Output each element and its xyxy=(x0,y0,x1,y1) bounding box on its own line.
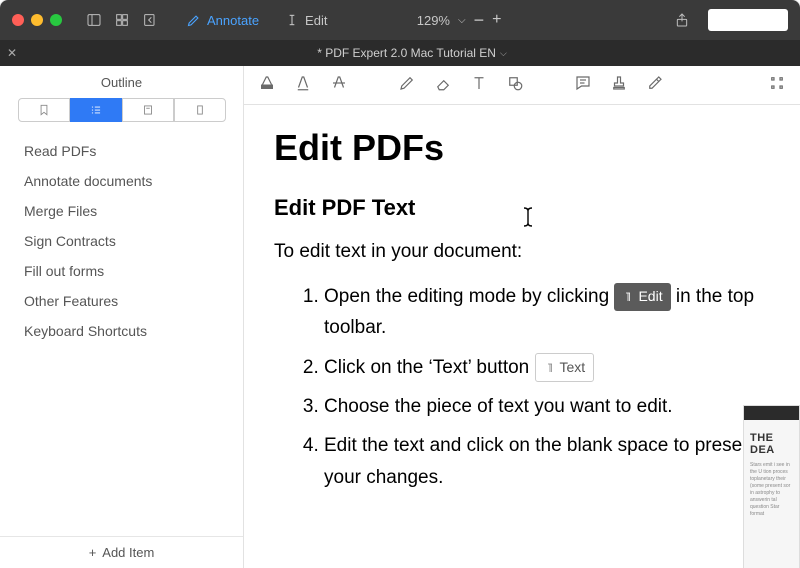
document-area: Edit PDFs Edit PDF Text To edit text in … xyxy=(244,66,800,568)
annotate-label: Annotate xyxy=(207,13,259,28)
doc-steps: Open the editing mode by clicking Edit i… xyxy=(274,281,770,493)
doc-step: Choose the piece of text you want to edi… xyxy=(324,391,770,422)
share-icon[interactable] xyxy=(672,10,692,30)
zoom-controls: 129% ⌵ − + xyxy=(417,10,502,31)
outline-item[interactable]: Fill out forms xyxy=(0,256,243,286)
note-icon[interactable] xyxy=(574,74,592,97)
text-badge: Text xyxy=(535,353,595,382)
outline-item[interactable]: Annotate documents xyxy=(0,166,243,196)
shape-icon[interactable] xyxy=(506,74,524,97)
pen-icon[interactable] xyxy=(398,74,416,97)
doc-step: Edit the text and click on the blank spa… xyxy=(324,430,770,493)
outline-item[interactable]: Other Features xyxy=(0,286,243,316)
sidebar-title: Outline xyxy=(0,66,243,98)
outline-sidebar: Outline Read PDFs Annotate documents Mer… xyxy=(0,66,244,568)
zoom-out-button[interactable]: − xyxy=(474,10,485,31)
tab-title[interactable]: * PDF Expert 2.0 Mac Tutorial EN ⌵ xyxy=(24,46,800,60)
tab-close-button[interactable]: ✕ xyxy=(0,46,24,60)
add-item-button[interactable]: + Add Item xyxy=(0,536,243,568)
outline-item[interactable]: Merge Files xyxy=(0,196,243,226)
doc-step: Click on the ‘Text’ button Text xyxy=(324,352,770,383)
page-thumbnail[interactable]: THE DEA Stars emit i see in the U tion p… xyxy=(743,405,800,568)
sidebar-view-segmented xyxy=(0,98,243,132)
document-page[interactable]: Edit PDFs Edit PDF Text To edit text in … xyxy=(244,105,800,568)
outline-item[interactable]: Sign Contracts xyxy=(0,226,243,256)
annotate-toolbar xyxy=(244,66,800,105)
outline-item[interactable]: Keyboard Shortcuts xyxy=(0,316,243,346)
sidebar-toggle-icon[interactable] xyxy=(84,10,104,30)
eyedropper-icon[interactable] xyxy=(646,74,664,97)
fullscreen-window-icon[interactable] xyxy=(50,14,62,26)
seg-thumbnails[interactable] xyxy=(174,98,226,122)
edit-mode-button[interactable]: Edit xyxy=(285,13,327,28)
select-icon[interactable] xyxy=(768,74,786,97)
doc-intro: To edit text in your document: xyxy=(274,241,770,263)
back-icon[interactable] xyxy=(140,10,160,30)
stamp-icon[interactable] xyxy=(610,74,628,97)
eraser-icon[interactable] xyxy=(434,74,452,97)
edit-badge: Edit xyxy=(614,283,670,310)
outline-item[interactable]: Read PDFs xyxy=(0,136,243,166)
edit-label: Edit xyxy=(305,13,327,28)
tab-bar: ✕ * PDF Expert 2.0 Mac Tutorial EN ⌵ xyxy=(0,40,800,66)
seg-bookmarks[interactable] xyxy=(18,98,70,122)
chevron-down-icon: ⌵ xyxy=(500,48,507,59)
close-window-icon[interactable] xyxy=(12,14,24,26)
plus-icon: + xyxy=(89,545,97,560)
search-input[interactable] xyxy=(708,9,788,31)
doc-step: Open the editing mode by clicking Edit i… xyxy=(324,281,770,344)
outline-list: Read PDFs Annotate documents Merge Files… xyxy=(0,132,243,536)
grid-view-icon[interactable] xyxy=(112,10,132,30)
zoom-value[interactable]: 129% xyxy=(417,13,450,28)
text-icon[interactable] xyxy=(470,74,488,97)
annotate-mode-button[interactable]: Annotate xyxy=(186,13,259,28)
underline-icon[interactable] xyxy=(294,74,312,97)
zoom-dropdown-icon[interactable]: ⌵ xyxy=(458,15,466,26)
titlebar: Annotate Edit 129% ⌵ − + xyxy=(0,0,800,40)
strikethrough-icon[interactable] xyxy=(330,74,348,97)
text-cursor-icon xyxy=(521,206,535,228)
seg-annotations[interactable] xyxy=(122,98,174,122)
highlight-icon[interactable] xyxy=(258,74,276,97)
doc-h1: Edit PDFs xyxy=(274,127,770,169)
window-controls xyxy=(12,14,62,26)
minimize-window-icon[interactable] xyxy=(31,14,43,26)
seg-outline[interactable] xyxy=(70,98,122,122)
zoom-in-button[interactable]: + xyxy=(492,11,501,29)
